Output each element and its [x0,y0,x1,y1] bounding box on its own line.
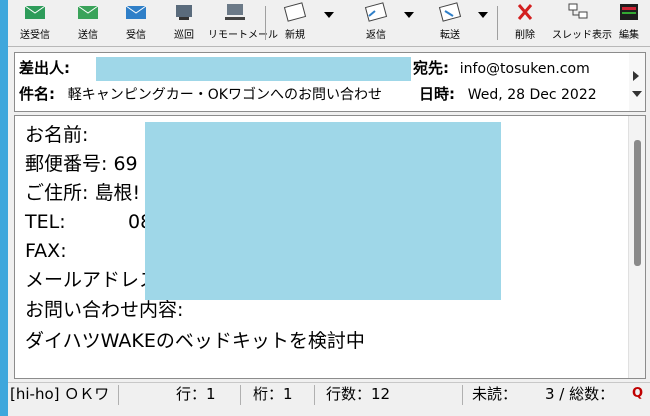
status-separator [240,385,241,405]
status-col: 桁：1 [253,385,293,403]
body-scrollbar[interactable] [628,116,645,378]
body-line: お名前: [25,124,89,146]
body-line: FAX: [25,240,67,262]
thread-view-button[interactable]: スレッド表示 [552,0,612,46]
status-separator [118,385,119,405]
status-lines: 行数：12 [326,385,391,403]
status-folder: [hi-ho] ＯＫワ [10,385,110,403]
body-line: メールアドレス: [25,269,165,291]
edit-button[interactable]: 編集 [608,0,650,46]
status-unread: 未読： [472,385,518,403]
body-line: ご住所: 島根! [25,182,141,204]
from-value-redacted [96,57,411,81]
message-header: 差出人: 宛先: info@tosuken.com 件名: 軽キャンピングカー・… [14,52,646,112]
mail-window: 送受信 送信 受信 巡回 リモートメール 新規 返信 転送 削除 スレッド表示 … [8,0,650,416]
header-scroll[interactable] [629,53,645,111]
message-body[interactable]: お名前: 郵便番号: 69 ご住所: 島根! TEL: 08 FAX: メールア… [14,115,646,379]
to-value[interactable]: info@tosuken.com [460,61,590,77]
status-separator [314,385,315,405]
subject-value: 軽キャンピングカー・OKワゴンへのお問い合わせ [67,87,382,103]
q-icon: Q [632,386,644,401]
to-row: 宛先: info@tosuken.com [413,56,590,80]
body-redaction [145,122,501,300]
patrol-icon [176,5,192,20]
forward-button[interactable]: 転送 [422,0,478,46]
new-dropdown-icon[interactable] [324,12,334,18]
remote-mail-button[interactable]: リモートメール [208,0,278,46]
forward-icon [438,2,462,22]
receive-icon [125,5,147,19]
new-button[interactable]: 新規 [270,0,320,46]
receive-button[interactable]: 受信 [114,0,158,46]
status-bar: [hi-ho] ＯＫワ 行：1 桁：1 行数：12 未読： 3 / 総数： Q [8,382,650,416]
delete-button[interactable]: 削除 [502,0,548,46]
status-separator [462,385,463,405]
to-label: 宛先: [413,59,449,77]
scroll-down-icon[interactable] [632,91,642,97]
body-line: ダイハツWAKEのベッドキットを検討中 [25,330,365,352]
status-count: 3 / 総数： [545,385,615,403]
from-row: 差出人: [19,56,70,80]
thread-view-icon [568,3,588,19]
send-button[interactable]: 送信 [66,0,110,46]
delete-icon [517,4,533,20]
body-line: 郵便番号: 69 [25,153,138,175]
subject-row: 件名: 軽キャンピングカー・OKワゴンへのお問い合わせ [19,82,382,106]
send-receive-icon [24,5,46,19]
edit-icon [620,4,638,20]
new-mail-icon [283,2,307,22]
computer-icon [225,4,245,20]
body-line: TEL: [25,211,66,233]
status-row: 行：1 [176,385,216,403]
toolbar: 送受信 送信 受信 巡回 リモートメール 新規 返信 転送 削除 スレッド表示 … [8,0,650,47]
body-line: お問い合わせ内容: [25,299,184,321]
reply-icon [364,2,388,22]
patrol-button[interactable]: 巡回 [162,0,206,46]
from-label: 差出人: [19,59,70,77]
reply-dropdown-icon[interactable] [404,12,414,18]
scrollbar-thumb[interactable] [634,140,641,266]
forward-dropdown-icon[interactable] [478,12,488,18]
subject-label: 件名: [19,85,55,103]
toolbar-separator [265,6,266,40]
date-label: 日時: [419,85,455,103]
date-value: Wed, 28 Dec 2022 [467,87,597,103]
scroll-right-icon[interactable] [633,71,639,81]
send-receive-button[interactable]: 送受信 [8,0,62,46]
date-row: 日時: Wed, 28 Dec 2022 [419,82,597,106]
toolbar-separator [497,6,498,40]
send-icon [77,5,99,19]
reply-button[interactable]: 返信 [348,0,404,46]
